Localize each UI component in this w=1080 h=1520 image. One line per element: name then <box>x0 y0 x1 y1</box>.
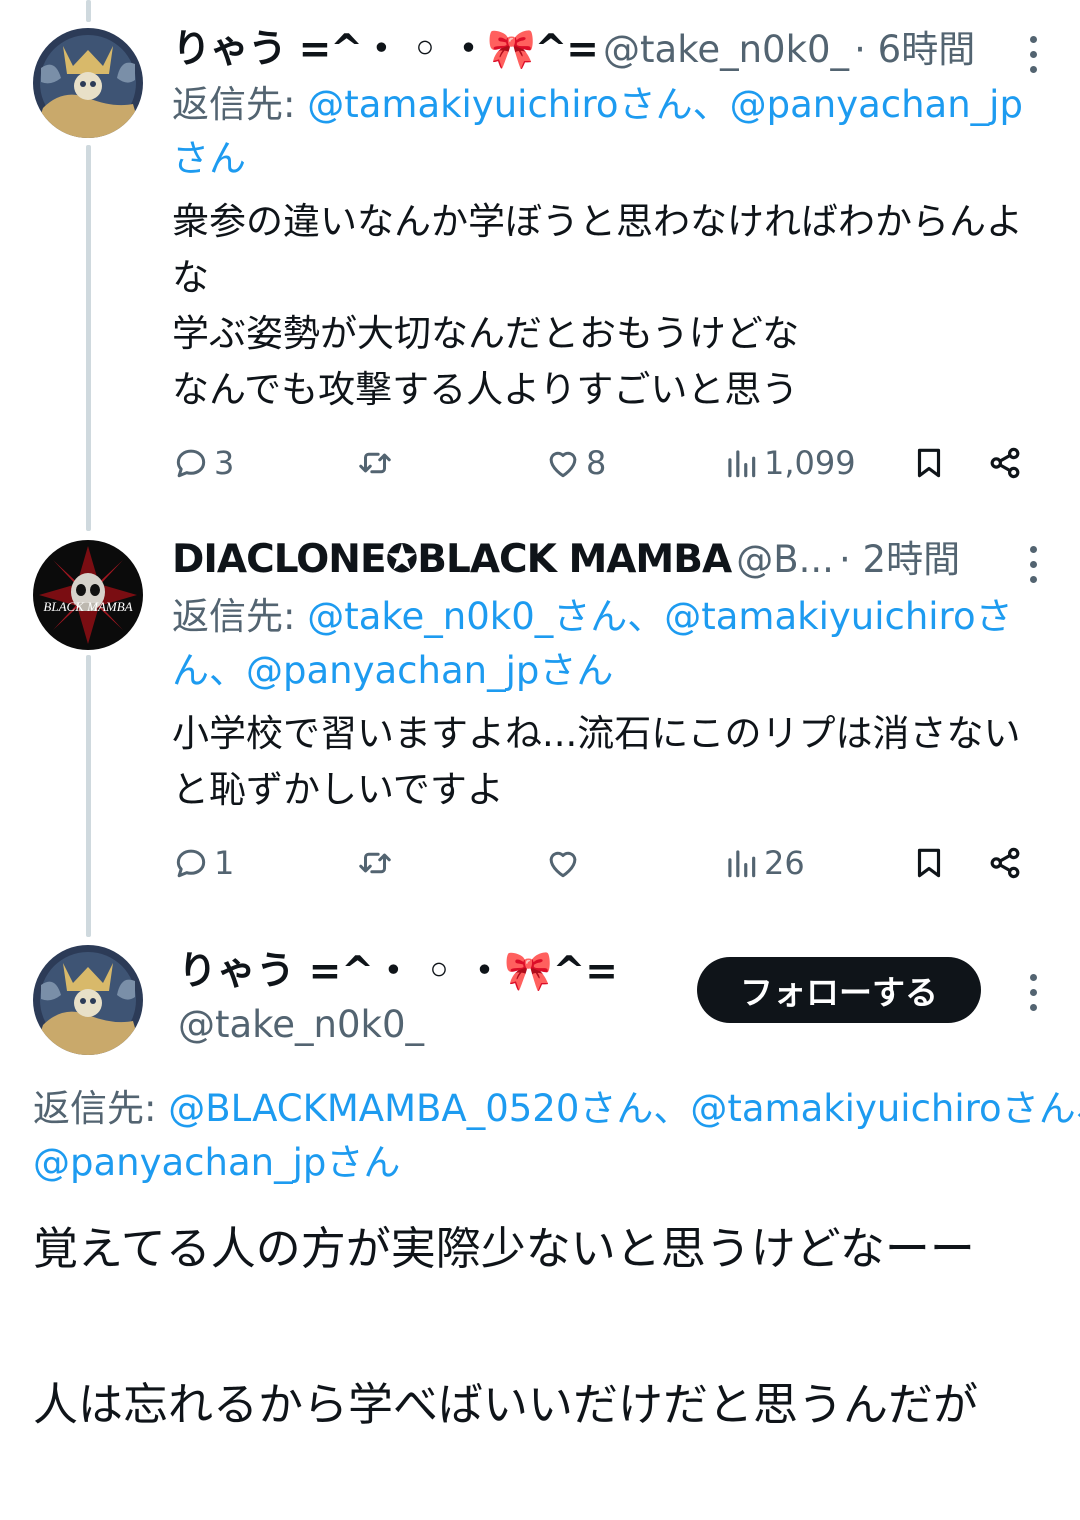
like-icon <box>549 451 577 478</box>
share-icon <box>990 447 1020 479</box>
tweet-header: DIACLONE✪BLACK MAMBA @B... · 2時間 <box>172 530 1002 590</box>
like-icon <box>549 851 577 878</box>
tweet-header: りゃう =^・ ◦ ・🎀^= @take_n0k0_ · 6時間 <box>172 20 1002 80</box>
avatar[interactable]: BLACK MAMBA <box>33 540 143 650</box>
like-count: 8 <box>586 444 607 482</box>
mention-link[interactable]: @panyachan_jpさん <box>33 1141 400 1184</box>
mention-link[interactable]: @tamakiyuichiroさん、 <box>690 1087 1080 1130</box>
bookmark-button[interactable] <box>910 838 948 888</box>
avatar-label: BLACK MAMBA <box>43 599 132 614</box>
avatar-image <box>33 945 143 1055</box>
bookmark-icon <box>917 848 941 878</box>
thread-line-2 <box>86 655 91 937</box>
views-icon <box>728 450 756 478</box>
reply-to-line-2: @panyachan_jpさん <box>33 1136 1080 1190</box>
reply-prefix: 返信先: <box>33 1087 157 1130</box>
tweet-text: 覚えてる人の方が実際少ないと思うけどなーー 人は忘れるから学べばいいだけだと思う… <box>33 1222 979 1431</box>
more-icon[interactable] <box>1026 546 1040 583</box>
views-button[interactable]: 1,099 <box>722 438 856 488</box>
tweet-text: 小学校で習いますよね...流石にこのリプは消さないと恥ずかしいですよ <box>172 712 1021 811</box>
retweet-icon <box>359 852 391 874</box>
follow-button[interactable]: フォローする <box>697 957 981 1023</box>
bookmark-button[interactable] <box>910 438 948 488</box>
mention-link[interactable]: @tamakiyuichiroさん、 <box>307 83 729 126</box>
timestamp[interactable]: · 6時間 <box>854 28 975 71</box>
tweet-actions: 3 8 1,099 <box>172 438 1032 488</box>
mention-link[interactable]: @BLACKMAMBA_0520さん、 <box>168 1087 690 1130</box>
display-name[interactable]: りゃう =^・ ◦ ・🎀^= <box>172 27 599 72</box>
avatar[interactable] <box>33 28 143 138</box>
avatar-image <box>33 28 143 138</box>
reply-button[interactable]: 3 <box>172 438 234 488</box>
reply-count: 3 <box>214 444 235 482</box>
like-button[interactable]: 8 <box>544 438 606 488</box>
views-icon <box>728 850 756 878</box>
retweet-icon <box>359 452 391 474</box>
thread-line-1 <box>86 145 91 531</box>
share-button[interactable] <box>986 438 1024 488</box>
handle[interactable]: @take_n0k0_ <box>603 28 849 71</box>
reply-icon <box>176 449 206 478</box>
avatar[interactable] <box>33 945 143 1055</box>
share-button[interactable] <box>986 838 1024 888</box>
display-name[interactable]: DIACLONE✪BLACK MAMBA <box>172 537 732 582</box>
views-count: 1,099 <box>764 444 856 482</box>
more-icon[interactable] <box>1026 36 1040 73</box>
handle[interactable]: @take_n0k0_ <box>178 998 424 1052</box>
thread-line-top <box>86 0 91 22</box>
reply-to-line: 返信先: @BLACKMAMBA_0520さん、@tamakiyuichiroさ… <box>33 1082 1080 1136</box>
tweet-actions: 1 26 <box>172 838 1032 888</box>
like-button[interactable] <box>544 838 582 888</box>
share-icon <box>990 847 1020 879</box>
reply-prefix: 返信先: <box>172 83 296 126</box>
display-name[interactable]: りゃう =^・ ◦ ・🎀^= <box>178 944 618 1000</box>
handle[interactable]: @B... <box>736 538 834 581</box>
retweet-button[interactable] <box>356 438 394 488</box>
more-icon[interactable] <box>1026 974 1040 1011</box>
reply-icon <box>176 849 206 878</box>
views-count: 26 <box>764 844 805 882</box>
retweet-button[interactable] <box>356 838 394 888</box>
reply-count: 1 <box>214 844 235 882</box>
avatar-image: BLACK MAMBA <box>33 540 143 650</box>
reply-to-line: 返信先: @tamakiyuichiroさん、@panyachan_jpさん <box>172 78 1052 186</box>
reply-button[interactable]: 1 <box>172 838 234 888</box>
tweet-text: 衆参の違いなんか学ぼうと思わなければわからんよな 学ぶ姿勢が大切なんだとおもうけ… <box>172 200 1023 411</box>
timestamp[interactable]: · 2時間 <box>839 538 960 581</box>
mention-link[interactable]: @take_n0k0_さん、 <box>307 595 664 638</box>
views-button[interactable]: 26 <box>722 838 805 888</box>
reply-to-line: 返信先: @take_n0k0_さん、@tamakiyuichiroさん、@pa… <box>172 590 1052 698</box>
bookmark-icon <box>917 448 941 478</box>
reply-prefix: 返信先: <box>172 595 296 638</box>
mention-link[interactable]: @panyachan_jpさん <box>246 649 613 692</box>
